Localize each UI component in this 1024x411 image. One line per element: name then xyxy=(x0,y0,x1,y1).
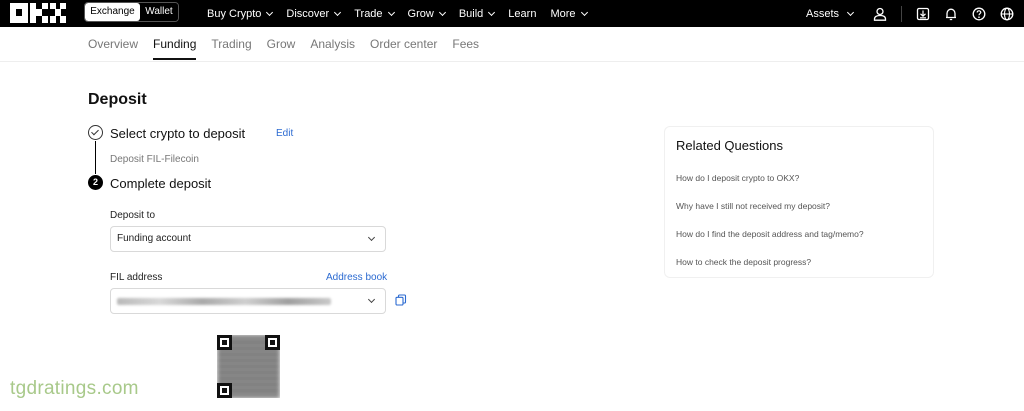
address-label: FIL address xyxy=(110,272,163,283)
nav-grow[interactable]: Grow xyxy=(407,7,446,20)
tab-order-center[interactable]: Order center xyxy=(370,37,437,60)
chevron-down-icon xyxy=(438,8,446,16)
blurred-address xyxy=(117,298,331,305)
right-nav: Assets xyxy=(806,0,1014,27)
chevron-down-icon xyxy=(266,8,274,16)
step2-title: Complete deposit xyxy=(110,176,212,191)
nav-label: Discover xyxy=(286,7,330,20)
qr-finder xyxy=(217,383,232,398)
step2-number: 2 xyxy=(88,175,103,190)
qr-finder xyxy=(265,335,280,350)
okx-logo[interactable] xyxy=(10,3,66,23)
tab-trading[interactable]: Trading xyxy=(211,37,251,60)
nav-trade[interactable]: Trade xyxy=(354,7,395,20)
bell-icon[interactable] xyxy=(944,7,958,21)
nav-label: More xyxy=(550,7,576,20)
nav-label: Build xyxy=(458,7,484,20)
assets-menu[interactable]: Assets xyxy=(805,7,855,20)
step1-title: Select crypto to deposit xyxy=(110,126,246,141)
tab-overview[interactable]: Overview xyxy=(88,37,138,60)
chevron-down-icon xyxy=(387,8,395,16)
chevron-down-icon xyxy=(367,295,376,304)
user-icon[interactable] xyxy=(873,7,887,21)
chevron-down-icon xyxy=(367,233,376,242)
related-questions-card: Related Questions How do I deposit crypt… xyxy=(664,126,934,278)
question-link[interactable]: How to check the deposit progress? xyxy=(676,257,811,267)
nav-build[interactable]: Build xyxy=(458,7,496,20)
question-link[interactable]: How do I deposit crypto to OKX? xyxy=(676,173,799,183)
address-book-link[interactable]: Address book xyxy=(326,272,387,283)
tab-grow[interactable]: Grow xyxy=(267,37,296,60)
chevron-down-icon xyxy=(334,8,342,16)
exchange-wallet-switch: Exchange Wallet xyxy=(84,2,179,22)
copy-icon[interactable] xyxy=(395,294,407,306)
chevron-down-icon xyxy=(580,8,588,16)
top-bar: Exchange Wallet Buy Crypto Discover Trad… xyxy=(0,0,1024,27)
tab-fees[interactable]: Fees xyxy=(452,37,479,60)
deposit-to-select[interactable]: Funding account xyxy=(110,226,386,252)
nav-label: Grow xyxy=(407,7,434,20)
nav-label: Buy Crypto xyxy=(207,7,262,20)
nav-label: Learn xyxy=(508,7,537,20)
divider xyxy=(901,5,902,22)
chevron-down-icon xyxy=(488,8,496,16)
tab-analysis[interactable]: Analysis xyxy=(310,37,355,60)
sub-nav: Overview Funding Trading Grow Analysis O… xyxy=(0,27,1024,62)
nav-label: Trade xyxy=(354,7,383,20)
nav-discover[interactable]: Discover xyxy=(286,7,342,20)
help-icon[interactable] xyxy=(972,7,986,21)
address-select[interactable] xyxy=(110,288,386,314)
question-link[interactable]: Why have I still not received my deposit… xyxy=(676,201,830,211)
sub-nav-tabs: Overview Funding Trading Grow Analysis O… xyxy=(88,37,479,60)
assets-label: Assets xyxy=(805,7,839,20)
exchange-toggle[interactable]: Exchange xyxy=(85,3,140,21)
related-questions-title: Related Questions xyxy=(676,138,783,153)
nav-learn[interactable]: Learn xyxy=(508,8,536,20)
deposit-to-value: Funding account xyxy=(117,233,191,244)
page-title: Deposit xyxy=(88,91,147,108)
qr-finder xyxy=(217,335,232,350)
qr-code xyxy=(217,335,280,398)
wallet-toggle[interactable]: Wallet xyxy=(140,3,178,21)
step-connector xyxy=(95,141,96,174)
chevron-down-icon xyxy=(846,8,855,16)
edit-link[interactable]: Edit xyxy=(276,128,293,139)
nav-more[interactable]: More xyxy=(550,7,588,20)
tab-funding[interactable]: Funding xyxy=(153,37,197,60)
main-nav: Buy Crypto Discover Trade Grow Build Lea… xyxy=(207,0,588,27)
selected-crypto: Deposit FIL-Filecoin xyxy=(110,154,199,165)
download-icon[interactable] xyxy=(916,7,930,21)
globe-icon[interactable] xyxy=(1000,7,1014,21)
check-circle-icon xyxy=(88,125,103,140)
deposit-to-label: Deposit to xyxy=(110,210,156,221)
question-link[interactable]: How do I find the deposit address and ta… xyxy=(676,229,864,239)
nav-buy-crypto[interactable]: Buy Crypto xyxy=(207,7,274,20)
watermark: tgdratings.com xyxy=(10,378,139,399)
